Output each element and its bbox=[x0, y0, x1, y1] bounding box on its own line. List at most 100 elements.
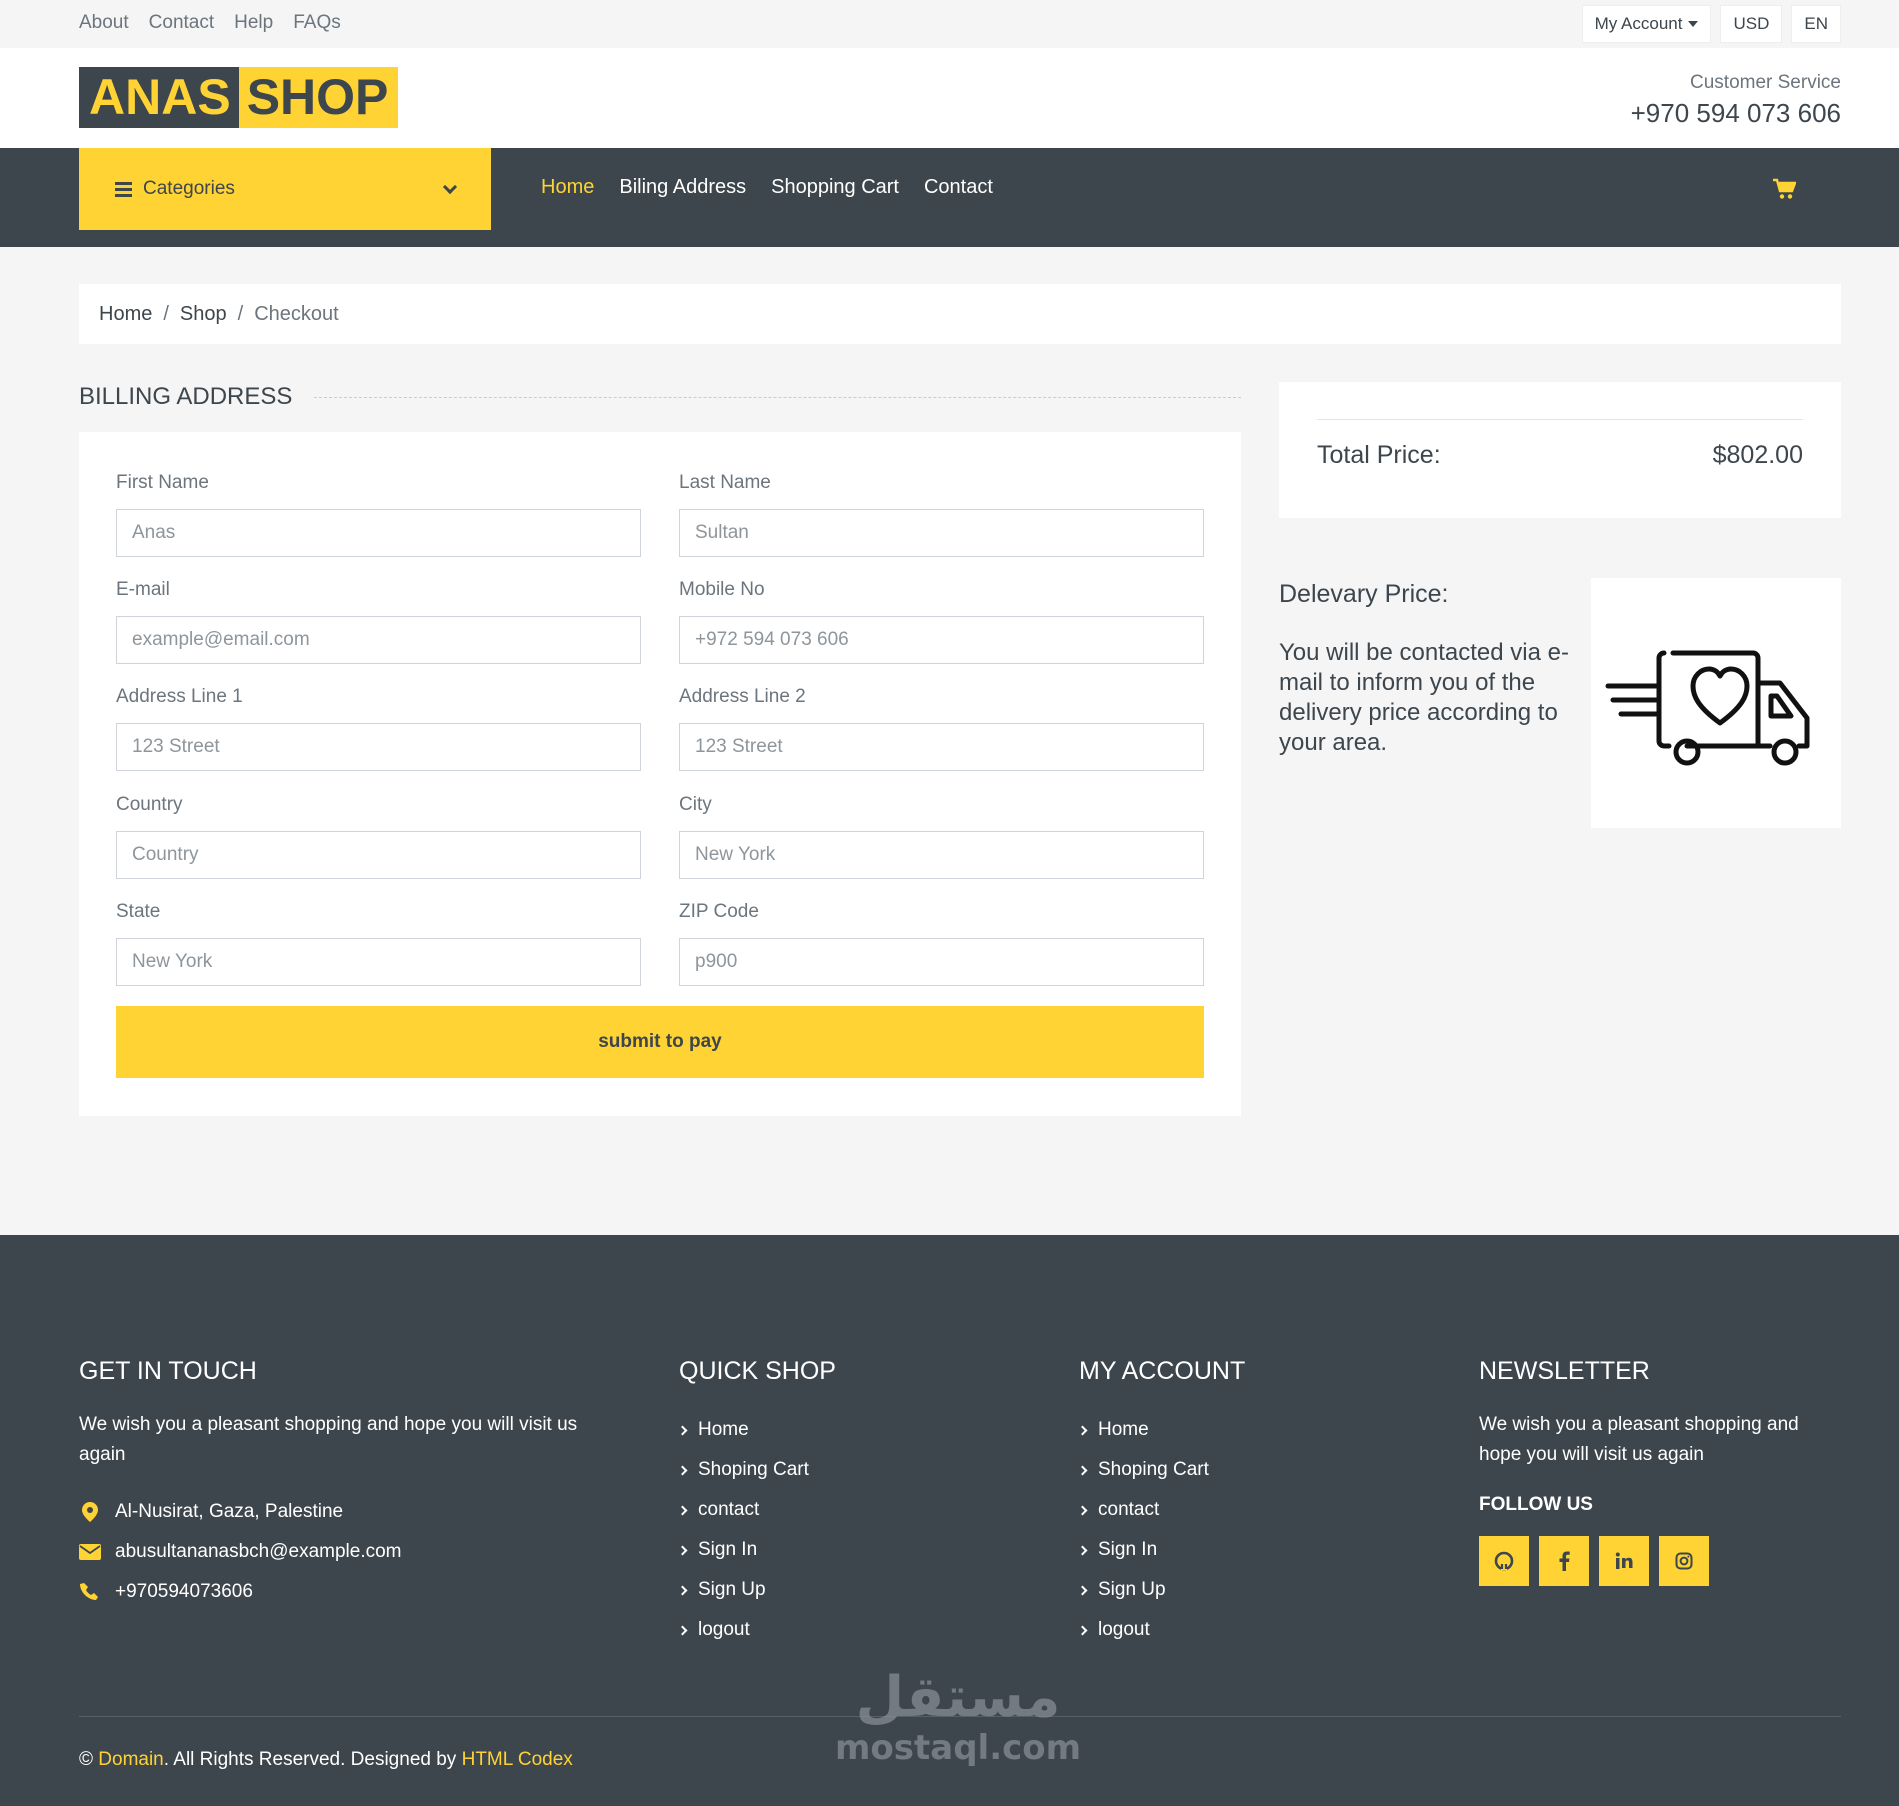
last-name-group: Last Name bbox=[679, 472, 1204, 557]
categories-label: Categories bbox=[143, 178, 235, 199]
copyright-designer-link[interactable]: HTML Codex bbox=[462, 1749, 573, 1770]
newsletter-text: We wish you a pleasant shopping and hope… bbox=[1479, 1414, 1799, 1465]
email-input[interactable] bbox=[116, 616, 641, 664]
city-input[interactable] bbox=[679, 831, 1204, 879]
top-link-faqs[interactable]: FAQs bbox=[293, 12, 341, 34]
copyright: © Domain. All Rights Reserved. Designed … bbox=[79, 1749, 573, 1771]
country-group: Country bbox=[116, 794, 641, 879]
chevron-right-icon bbox=[1077, 1585, 1088, 1595]
top-link-help[interactable]: Help bbox=[234, 12, 273, 34]
chevron-right-icon bbox=[677, 1465, 688, 1475]
nav-link-home[interactable]: Home bbox=[541, 176, 594, 199]
address-line-2-input[interactable] bbox=[679, 723, 1204, 771]
address-line-2-group: Address Line 2 bbox=[679, 686, 1204, 771]
my-account-link-shopping-cart[interactable]: Shoping Cart bbox=[1077, 1450, 1379, 1490]
last-name-input[interactable] bbox=[679, 509, 1204, 557]
copyright-symbol: © bbox=[79, 1749, 93, 1770]
quick-shop-link-sign-in[interactable]: Sign In bbox=[677, 1530, 979, 1570]
chevron-right-icon bbox=[677, 1425, 688, 1435]
logo-part-1: ANAS bbox=[79, 67, 239, 128]
country-input[interactable] bbox=[116, 831, 641, 879]
title-divider bbox=[314, 396, 1241, 398]
email-label: E-mail bbox=[116, 579, 170, 600]
link-label: Sign In bbox=[698, 1539, 758, 1560]
phone-text[interactable]: +970594073606 bbox=[115, 1581, 253, 1603]
categories-dropdown[interactable]: Categories bbox=[79, 148, 491, 230]
watermark-latin: mostaql.com bbox=[835, 1728, 1082, 1768]
mobile-input[interactable] bbox=[679, 616, 1204, 664]
customer-service-phone: +970 594 073 606 bbox=[1630, 98, 1841, 128]
link-label: Sign In bbox=[1098, 1539, 1158, 1560]
instagram-button[interactable] bbox=[1659, 1536, 1709, 1586]
quick-shop-link-home[interactable]: Home bbox=[677, 1410, 979, 1450]
github-button[interactable] bbox=[1479, 1536, 1529, 1586]
state-input[interactable] bbox=[116, 938, 641, 986]
my-account-link-home[interactable]: Home bbox=[1077, 1410, 1379, 1450]
delivery-price-text: You will be contacted via e-mail to info… bbox=[1279, 639, 1569, 756]
language-button[interactable]: EN bbox=[1791, 5, 1841, 43]
chevron-right-icon bbox=[1077, 1425, 1088, 1435]
currency-button[interactable]: USD bbox=[1720, 5, 1783, 43]
top-link-about[interactable]: About bbox=[79, 12, 129, 34]
footer-get-in-touch: Get In Touch We wish you a pleasant shop… bbox=[79, 1357, 589, 1612]
quick-shop-link-contact[interactable]: contact bbox=[677, 1490, 979, 1530]
address-line-2-label: Address Line 2 bbox=[679, 686, 806, 707]
link-label: Sign Up bbox=[1098, 1579, 1166, 1600]
submit-to-pay-button[interactable]: submit to pay bbox=[116, 1006, 1204, 1078]
breadcrumb: Home / Shop / Checkout bbox=[79, 284, 1841, 344]
nav-link-billing-address[interactable]: Biling Address bbox=[619, 176, 746, 199]
main-navbar: Categories Home Biling Address Shopping … bbox=[0, 148, 1899, 247]
watermark-arabic: مستقل bbox=[855, 1665, 1061, 1730]
linkedin-icon bbox=[1615, 1552, 1633, 1569]
address-line-1-input[interactable] bbox=[116, 723, 641, 771]
my-account-link-contact[interactable]: contact bbox=[1077, 1490, 1379, 1530]
first-name-input[interactable] bbox=[116, 509, 641, 557]
delivery-truck-image bbox=[1591, 578, 1841, 828]
my-account-dropdown[interactable]: My Account bbox=[1581, 5, 1712, 43]
quick-shop-link-shopping-cart[interactable]: Shoping Cart bbox=[677, 1450, 979, 1490]
my-account-title: My Account bbox=[1079, 1357, 1246, 1385]
zip-code-input[interactable] bbox=[679, 938, 1204, 986]
email-text[interactable]: abusultananasbch@example.com bbox=[115, 1541, 402, 1563]
copyright-text: . All Rights Reserved. Designed by bbox=[163, 1749, 457, 1770]
billing-section-title: Billing Address bbox=[79, 383, 1241, 411]
quick-shop-link-sign-up[interactable]: Sign Up bbox=[677, 1570, 979, 1610]
breadcrumb-separator: / bbox=[163, 302, 169, 325]
quick-shop-link-logout[interactable]: logout bbox=[677, 1610, 979, 1650]
shopping-cart-icon[interactable] bbox=[1772, 178, 1797, 205]
total-price-value: $802.00 bbox=[1712, 441, 1803, 469]
state-label: State bbox=[116, 901, 161, 922]
breadcrumb-home[interactable]: Home bbox=[99, 303, 152, 326]
menu-icon bbox=[115, 181, 132, 197]
phone-icon bbox=[79, 1582, 101, 1602]
total-price-label: Total Price: bbox=[1317, 441, 1441, 469]
chevron-right-icon bbox=[1077, 1465, 1088, 1475]
my-account-link-sign-up[interactable]: Sign Up bbox=[1077, 1570, 1379, 1610]
footer-quick-shop: Quick Shop Home Shoping Cart contact Sig… bbox=[677, 1357, 979, 1650]
top-link-contact[interactable]: Contact bbox=[149, 12, 214, 34]
nav-link-shopping-cart[interactable]: Shopping Cart bbox=[771, 176, 899, 199]
social-links bbox=[1479, 1536, 1841, 1586]
my-account-link-sign-in[interactable]: Sign In bbox=[1077, 1530, 1379, 1570]
chevron-down-icon bbox=[442, 179, 458, 194]
get-in-touch-text: We wish you a pleasant shopping and hope… bbox=[79, 1414, 578, 1465]
shop-logo[interactable]: ANAS SHOP bbox=[79, 67, 399, 128]
breadcrumb-shop[interactable]: Shop bbox=[180, 303, 227, 326]
email-info: abusultananasbch@example.com bbox=[79, 1532, 589, 1572]
my-account-link-logout[interactable]: logout bbox=[1077, 1610, 1379, 1650]
copyright-domain-link[interactable]: Domain bbox=[98, 1749, 163, 1770]
facebook-button[interactable] bbox=[1539, 1536, 1589, 1586]
email-group: E-mail bbox=[116, 579, 641, 664]
site-header: ANAS SHOP Customer Service +970 594 073 … bbox=[0, 48, 1899, 148]
caret-down-icon bbox=[1688, 21, 1699, 27]
quick-shop-title: Quick Shop bbox=[679, 1357, 836, 1385]
link-label: contact bbox=[1098, 1499, 1160, 1520]
linkedin-button[interactable] bbox=[1599, 1536, 1649, 1586]
total-divider bbox=[1317, 419, 1803, 420]
link-label: Home bbox=[698, 1419, 749, 1440]
order-total-card: Total Price: $802.00 bbox=[1279, 382, 1841, 518]
footer-newsletter: Newsletter We wish you a pleasant shoppi… bbox=[1479, 1357, 1841, 1586]
chevron-right-icon bbox=[1077, 1545, 1088, 1555]
link-label: Shoping Cart bbox=[1098, 1459, 1209, 1480]
nav-link-contact[interactable]: Contact bbox=[924, 176, 993, 199]
